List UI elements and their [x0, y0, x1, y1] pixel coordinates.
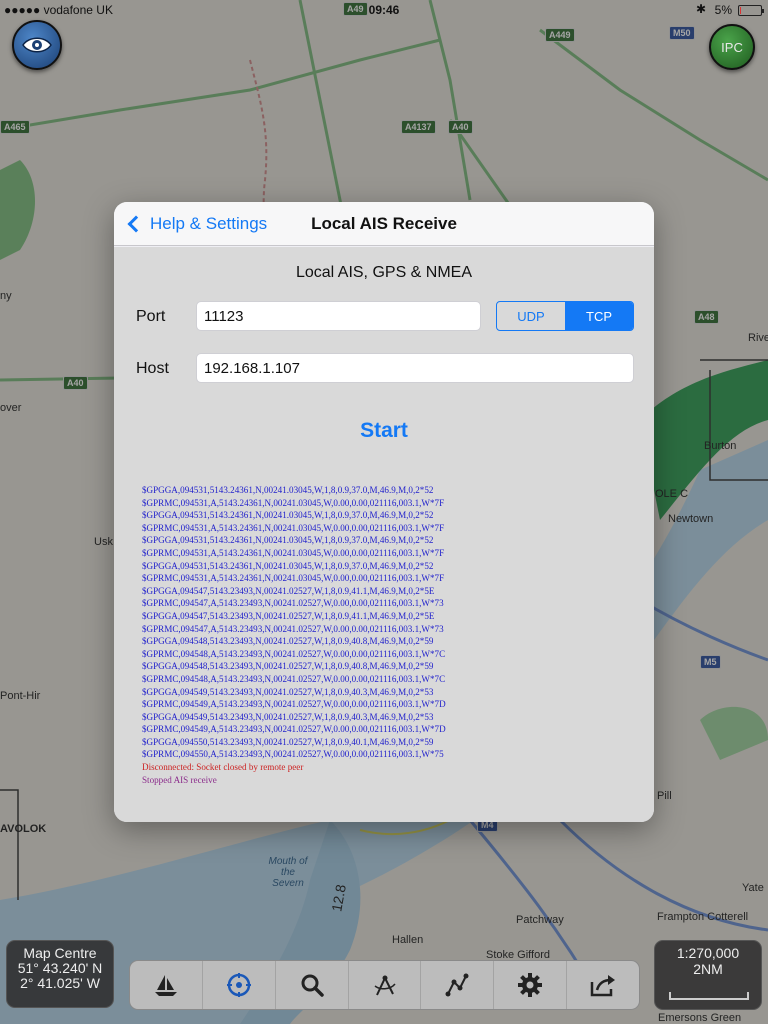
log-info-line: Stopped AIS receive — [142, 774, 217, 785]
map-centre-longitude: 2° 41.025' W — [20, 975, 100, 991]
nmea-log-line: $GPRMC,094531,A,5143.24361,N,00241.03045… — [142, 497, 445, 508]
nmea-log-lines: $GPGGA,094531,5143.24361,N,00241.03045,W… — [142, 484, 642, 761]
dialog-nav-bar: Help & Settings Local AIS Receive — [114, 202, 654, 246]
udp-segment[interactable]: UDP — [497, 302, 565, 330]
tcp-segment[interactable]: TCP — [565, 302, 633, 330]
nmea-log-line: $GPGGA,094549,5143.23493,N,00241.02527,W… — [142, 711, 434, 722]
sailboat-icon — [154, 975, 177, 996]
scale-bar — [669, 992, 749, 1000]
compass-icon — [226, 973, 251, 997]
route-button[interactable] — [421, 961, 495, 1009]
bluetooth-icon: ✱ — [695, 2, 706, 16]
eye-icon — [22, 37, 52, 53]
nmea-log-line: $GPRMC,094531,A,5143.24361,N,00241.03045… — [142, 522, 445, 533]
status-bar: ●●●●● vodafone UK 09:46 ✱ 5% — [0, 0, 768, 20]
nmea-log-line: $GPGGA,094531,5143.24361,N,00241.03045,W… — [142, 510, 434, 521]
port-label: Port — [136, 308, 166, 325]
battery-icon — [738, 5, 764, 16]
chart-scale-panel[interactable]: 1:270,000 2NM — [654, 940, 762, 1010]
log-error-line: Disconnected: Socket closed by remote pe… — [142, 762, 304, 773]
eye-button[interactable] — [12, 20, 62, 70]
nmea-log: $GPGGA,094531,5143.24361,N,00241.03045,W… — [142, 484, 642, 786]
vessel-button[interactable] — [130, 961, 203, 1009]
scale-ratio: 1:270,000 — [676, 945, 740, 961]
protocol-segmented-control[interactable]: UDP TCP — [496, 301, 634, 331]
map-centre-title: Map Centre — [23, 945, 97, 961]
nmea-log-line: $GPGGA,094549,5143.23493,N,00241.02527,W… — [142, 686, 434, 697]
start-button[interactable]: Start — [114, 419, 654, 443]
nmea-log-line: $GPRMC,094547,A,5143.23493,N,00241.02527… — [142, 623, 444, 634]
route-icon — [445, 973, 469, 997]
scale-distance: 2NM — [693, 961, 723, 977]
search-icon — [301, 974, 324, 997]
map-centre-panel[interactable]: Map Centre 51° 43.240' N 2° 41.025' W — [6, 940, 114, 1008]
share-icon — [590, 975, 616, 997]
measure-button[interactable] — [349, 961, 422, 1009]
nmea-log-line: $GPGGA,094548,5143.23493,N,00241.02527,W… — [142, 661, 434, 672]
share-button[interactable] — [567, 961, 639, 1009]
nmea-log-line: $GPGGA,094531,5143.24361,N,00241.03045,W… — [142, 535, 434, 546]
nmea-log-line: $GPRMC,094550,A,5143.23493,N,00241.02527… — [142, 749, 444, 760]
gps-centre-button[interactable] — [203, 961, 276, 1009]
nmea-log-line: $GPGGA,094547,5143.23493,N,00241.02527,W… — [142, 610, 435, 621]
dialog-body: Local AIS, GPS & NMEA Port UDP TCP Host … — [114, 247, 654, 822]
section-heading: Local AIS, GPS & NMEA — [295, 264, 473, 281]
port-input[interactable] — [196, 301, 481, 331]
nmea-log-line: $GPRMC,094548,A,5143.23493,N,00241.02527… — [142, 673, 446, 684]
local-ais-receive-dialog: Help & Settings Local AIS Receive Local … — [114, 202, 654, 822]
host-label: Host — [136, 360, 169, 377]
host-input[interactable] — [196, 353, 634, 383]
nmea-log-line: $GPRMC,094531,A,5143.24361,N,00241.03045… — [142, 547, 445, 558]
gear-icon — [518, 973, 543, 997]
map-centre-latitude: 51° 43.240' N — [17, 960, 103, 976]
search-button[interactable] — [276, 961, 349, 1009]
nmea-log-line: $GPRMC,094548,A,5143.23493,N,00241.02527… — [142, 648, 446, 659]
nmea-log-line: $GPRMC,094531,A,5143.24361,N,00241.03045… — [142, 573, 445, 584]
nmea-log-line: $GPRMC,094549,A,5143.23493,N,00241.02527… — [142, 724, 446, 735]
nmea-log-line: $GPGGA,094548,5143.23493,N,00241.02527,W… — [142, 636, 434, 647]
nmea-log-line: $GPRMC,094549,A,5143.23493,N,00241.02527… — [142, 699, 446, 710]
clock: 09:46 — [368, 3, 400, 17]
settings-button[interactable] — [494, 961, 568, 1009]
dividers-icon — [374, 975, 396, 996]
ipc-button[interactable]: IPC — [709, 24, 755, 70]
nmea-log-line: $GPGGA,094531,5143.24361,N,00241.03045,W… — [142, 560, 434, 571]
nmea-log-line: $GPGGA,094531,5143.24361,N,00241.03045,W… — [142, 485, 434, 495]
battery-percent: 5% — [714, 3, 732, 17]
nmea-log-line: $GPRMC,094547,A,5143.23493,N,00241.02527… — [142, 598, 444, 609]
bottom-toolbar — [129, 960, 640, 1010]
battery-level-fill — [740, 7, 741, 14]
dialog-title: Local AIS Receive — [311, 214, 457, 233]
nmea-log-line: $GPGGA,094547,5143.23493,N,00241.02527,W… — [142, 585, 435, 596]
nmea-log-line: $GPGGA,094550,5143.23493,N,00241.02527,W… — [142, 736, 434, 747]
